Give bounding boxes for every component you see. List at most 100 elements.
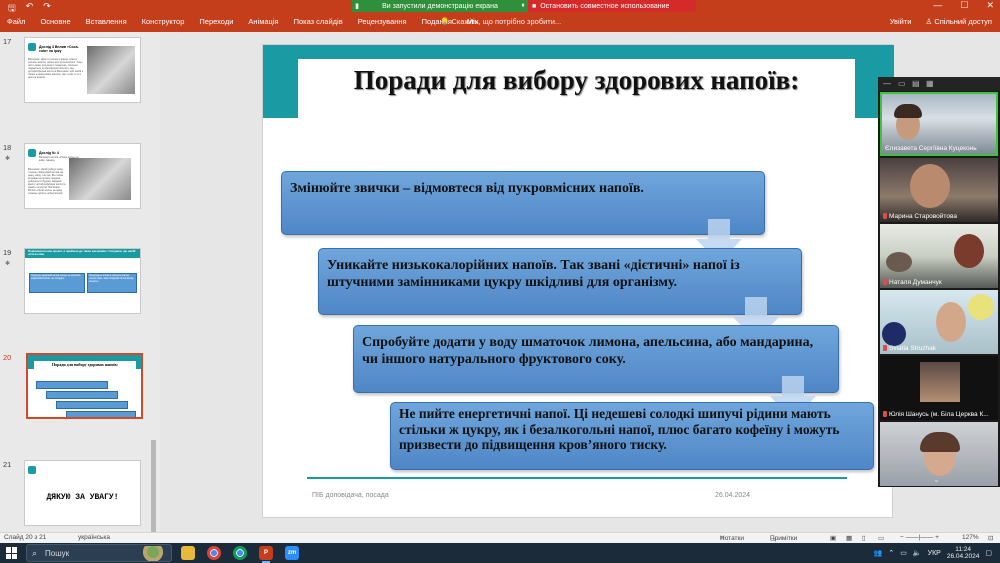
chrome-icon[interactable] [207,546,221,560]
gallery-view-icon[interactable]: ▭ [898,79,906,88]
participant-tile[interactable]: Єлизавета Сергіївна Куцеконь [880,92,998,156]
thumbnail-box [66,411,136,417]
thumbnail-title: ДЯКУЮ ЗА УВАГУ! [46,493,119,502]
muted-mic-icon [883,411,887,418]
thumbnail-title: Дослід 3 Вплив «Coca-cola» на іржу [39,45,79,53]
logo-icon [28,466,36,474]
windows-start-icon[interactable] [6,547,18,559]
main-slide[interactable]: Поради для вибору здорових напоїв: Зміню… [262,44,894,518]
ribbon-tabs: Файл Основне Вставлення Конструктор Пере… [0,13,1000,32]
footer-divider [307,477,847,479]
tab-review[interactable]: Рецензування [358,17,407,26]
zoom-slider[interactable]: − ——|—— + [900,534,939,541]
slideshow-icon[interactable]: ▭ [878,534,884,542]
tab-animations[interactable]: Анімація [248,17,278,26]
minimize-icon[interactable]: — [883,79,891,88]
emblem-icon [882,322,906,346]
participant-name: Єлизавета Сергіївна Куцеконь [885,145,977,152]
volume-icon[interactable]: 🔈 [913,549,922,557]
tab-transitions[interactable]: Переходи [199,17,233,26]
window-controls: — ☐ ✕ [933,0,994,11]
person-icon: ♙ [925,17,933,26]
status-bar: Слайд 20 з 21 українська ≡ Нотатки ▭ При… [0,532,1000,543]
slide-thumbnail-20[interactable]: Поради для вибору здорових напоїв: [26,353,143,419]
participant-name: Юлія Шанусь (м. Біла Церква К... [883,411,989,418]
tell-me-search[interactable]: 💡 Скажіть, що потрібно зробити... [440,17,561,26]
star-icon: ✱ [5,156,11,162]
chevron-up-icon[interactable]: ⌃ [888,549,894,557]
muted-mic-icon [883,213,887,220]
tab-home[interactable]: Основне [40,17,70,26]
thumbnail-title: Дослід № 4 [39,151,59,155]
participant-video [920,362,960,402]
close-icon[interactable]: ✕ [986,0,994,11]
participant-tile[interactable]: Наталя Думанчук [880,224,998,288]
file-explorer-icon[interactable] [181,546,195,560]
tip-box-1[interactable]: Змінюйте звички – відмовтеся від пукровм… [281,171,765,235]
tab-file[interactable]: Файл [7,17,25,26]
logo-icon [28,43,36,51]
title-bar: 🖫 ↶ ↷ ▮ Ви запустили демонстрацію екрана… [0,0,1000,13]
speaker-view-icon[interactable]: ▤ [912,79,920,88]
slide-thumbnail-19[interactable]: Порівнюючи наш проєкт, я прийшла до таки… [24,248,141,314]
muted-mic-icon [883,279,887,286]
grid-view-icon[interactable]: ▦ [926,79,934,88]
participant-tile[interactable]: Юлія Шанусь (м. Біла Церква К... [880,356,998,420]
tab-slide-show[interactable]: Показ слайдів [294,17,343,26]
zoom-icon[interactable]: zm [285,546,299,560]
presenter-placeholder[interactable]: ПІБ доповідача, посада [312,492,389,499]
slide-thumbnail-pane: 17 Дослід 3 Вплив «Coca-cola» на іржу Ви… [0,32,160,550]
minimize-icon[interactable]: — [933,0,942,11]
notifications-icon[interactable]: ▢ [985,549,992,557]
taskbar-clock[interactable]: 11:24 26.04.2024 [947,546,980,560]
thumbnail-photo [87,46,135,94]
search-highlight-image [139,546,167,561]
tab-insert[interactable]: Вставлення [86,17,127,26]
slide-number: 19 [3,248,12,257]
slide-thumbnail-21[interactable]: ДЯКУЮ ЗА УВАГУ! [24,460,141,526]
powerpoint-icon[interactable]: P [259,546,273,563]
fit-slide-icon[interactable]: ⊡ [988,534,993,542]
stop-sharing-button[interactable]: ■ Остановить совместное использование [528,0,696,12]
muted-mic-icon [883,345,887,352]
stop-sharing-label: Остановить совместное использование [540,2,670,10]
tab-design[interactable]: Конструктор [142,17,185,26]
sign-in-link[interactable]: Увійти [890,17,912,26]
search-icon: ⌕ [32,548,38,558]
thumbnail-scrollbar[interactable] [151,70,157,554]
normal-view-icon[interactable]: ▣ [830,534,836,542]
zoom-level[interactable]: 127% [962,534,979,541]
network-icon[interactable]: ▭ [900,549,907,557]
tip-box-2[interactable]: Уникайте низькокалорійних напоїв. Так зв… [318,248,802,315]
language-indicator[interactable]: українська [78,534,110,541]
slide-thumbnail-17[interactable]: Дослід 3 Вплив «Coca-cola» на іржу Висно… [24,37,141,103]
tip-box-4[interactable]: Не пийте енергетичні напої. Ці недешеві … [390,402,874,470]
participant-tile[interactable]: Sviatla Struzhak [880,290,998,354]
thumbnail-box [36,381,108,389]
chrome-icon[interactable] [233,546,247,560]
participant-name: Наталя Думанчук [883,279,942,286]
thumbnail-body: Висновок: Цвях в розчині з іржею. Іржа в… [28,58,84,79]
chevron-down-icon[interactable]: ⌄ [933,475,940,484]
star-icon: ✱ [5,261,11,267]
slide-number: 21 [3,460,12,469]
maximize-icon[interactable]: ☐ [960,0,968,11]
participant-name: Марина Старовойтова [883,213,957,220]
pause-icon[interactable]: ⏸ [518,2,528,10]
keyboard-language[interactable]: УКР [928,550,941,557]
logo-icon [28,149,36,157]
slide-number: 20 [3,353,12,362]
reading-view-icon[interactable]: ▯ [862,534,866,542]
thumbnail-box [56,401,128,409]
tip-box-3[interactable]: Спробуйте додати у воду шматочок лимона,… [353,325,839,393]
slide-thumbnail-18[interactable]: Дослід № 4 Впливати вплив «Пепсі-кола» н… [24,143,141,209]
slide-sorter-icon[interactable]: ▦ [846,534,852,542]
taskbar-search-box[interactable]: ⌕ Пошук [26,544,172,562]
people-icon[interactable]: 👥 [874,549,883,557]
tell-me-placeholder: Скажіть, що потрібно зробити... [451,17,562,26]
share-button[interactable]: ♙ Спільний доступ [926,17,993,26]
participant-tile[interactable]: Марина Старовойтова [880,158,998,222]
screen-share-text: Ви запустили демонстрацію екрана [382,2,498,10]
slide-date[interactable]: 26.04.2024 [715,492,750,499]
slide-title: Поради для вибору здорових напоїв: [353,65,800,95]
